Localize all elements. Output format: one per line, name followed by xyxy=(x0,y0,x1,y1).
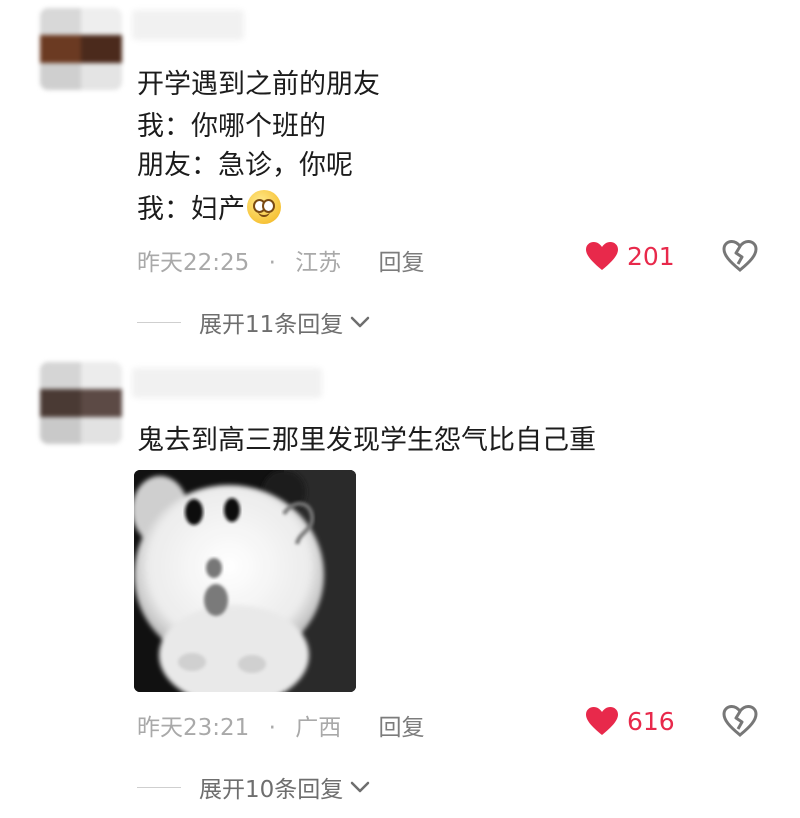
comment-text-line: 鬼去到高三那里发现学生怨气比自己重 xyxy=(137,425,596,456)
meta-separator: · xyxy=(268,715,276,741)
reply-button[interactable]: 回复 xyxy=(379,708,425,742)
avatar[interactable] xyxy=(40,362,122,444)
username-blurred[interactable] xyxy=(132,368,322,398)
comment-meta: 昨天23:21 · 广西 回复 xyxy=(137,708,425,742)
divider xyxy=(137,786,181,788)
comment-2: 鬼去到高三那里发现学生怨气比自己重 昨天23:21 · 广西 回复 616 展开… xyxy=(0,0,800,818)
like-count: 616 xyxy=(627,706,675,736)
broken-heart-icon[interactable] xyxy=(722,705,758,737)
hamster-meme-image[interactable] xyxy=(134,470,356,692)
chevron-down-icon xyxy=(351,781,370,793)
hamster-illustration xyxy=(134,470,356,692)
expand-replies-label: 展开10条回复 xyxy=(199,777,344,803)
location: 广西 xyxy=(295,715,342,741)
like-button[interactable]: 616 xyxy=(585,706,675,736)
expand-replies-button[interactable]: 展开10条回复 xyxy=(137,770,371,804)
timestamp: 昨天23:21 xyxy=(137,715,250,741)
heart-icon xyxy=(586,707,618,735)
